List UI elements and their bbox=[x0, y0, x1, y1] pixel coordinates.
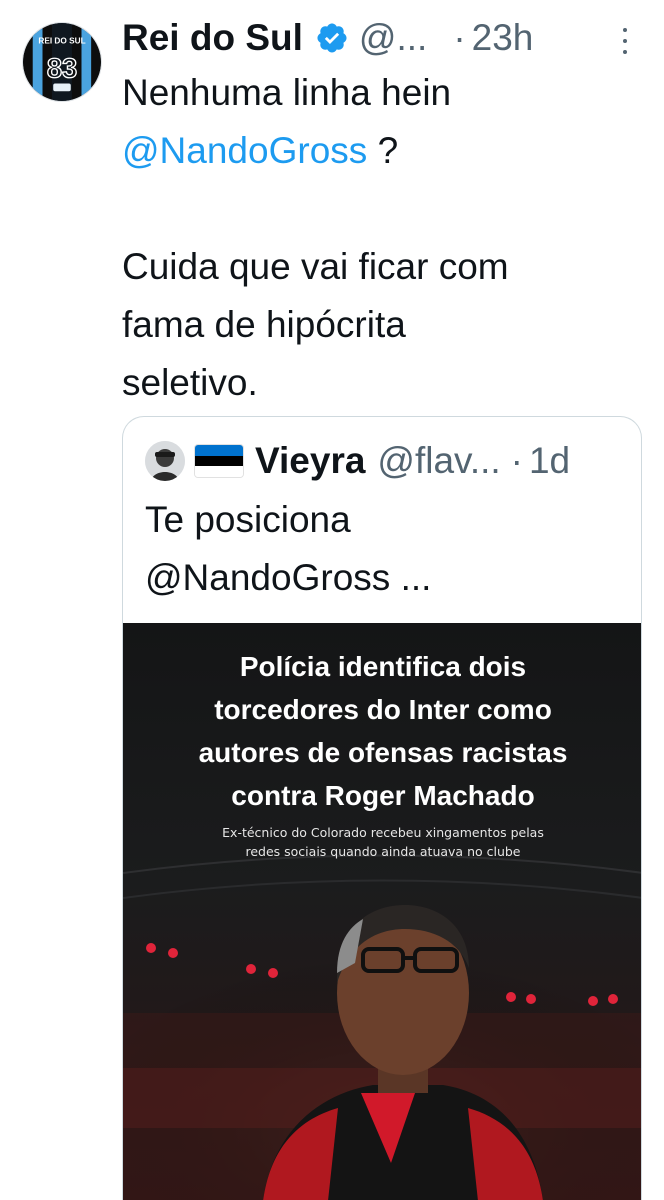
media-headline: Polícia identifica dois torcedores do In… bbox=[198, 651, 568, 811]
estonia-flag-icon bbox=[195, 445, 243, 477]
flag-stripe-white bbox=[195, 466, 243, 477]
more-options-icon[interactable] bbox=[618, 28, 632, 54]
quoted-mention-text: @NandoGross bbox=[145, 557, 391, 598]
quoted-author-handle[interactable]: @flav... bbox=[377, 440, 500, 482]
avatar-image: REI DO SUL 83 bbox=[23, 23, 101, 101]
quoted-tweet-timestamp[interactable]: 1d bbox=[529, 440, 570, 482]
author-avatar[interactable]: REI DO SUL 83 bbox=[22, 22, 102, 102]
tweet-line: Nenhuma linha hein bbox=[122, 72, 452, 113]
quoted-tweet-line: @NandoGross ... bbox=[145, 549, 625, 607]
header-separator: · bbox=[453, 17, 466, 58]
quoted-author-name[interactable]: Vieyra bbox=[255, 440, 365, 482]
tweet-line-suffix: ? bbox=[377, 130, 399, 171]
quoted-tweet-text: Te posiciona @NandoGross ... bbox=[145, 491, 625, 607]
media-subheadline: Ex-técnico do Colorado recebeu xingament… bbox=[222, 825, 544, 859]
quoted-tweet-line: Te posiciona bbox=[145, 499, 351, 540]
tweet-line: @NandoGross ? bbox=[122, 122, 642, 180]
avatar-number: 83 bbox=[47, 53, 77, 84]
quoted-avatar-image bbox=[145, 441, 185, 481]
tweet-line: Cuida que vai ficar com bbox=[122, 246, 509, 287]
quoted-text-suffix: ... bbox=[400, 557, 432, 598]
quoted-author-avatar[interactable] bbox=[145, 441, 185, 481]
quoted-tweet-header: Vieyra @flav... · 1d bbox=[145, 437, 621, 485]
avatar-text: REI DO SUL bbox=[38, 36, 85, 45]
quoted-header-separator: · bbox=[510, 440, 523, 481]
quoted-tweet-media[interactable]: Polícia identifica dois torcedores do In… bbox=[123, 623, 641, 1200]
author-handle[interactable]: @... bbox=[359, 10, 427, 66]
flag-stripe-black bbox=[195, 455, 243, 467]
flag-stripe-blue bbox=[195, 445, 243, 456]
author-name[interactable]: Rei do Sul bbox=[122, 10, 303, 66]
tweet-line: fama de hipócrita bbox=[122, 304, 406, 345]
tweet-line: seletivo. bbox=[122, 362, 258, 403]
tweet-timestamp[interactable]: 23h bbox=[472, 10, 534, 66]
mention-link[interactable]: @NandoGross bbox=[122, 130, 367, 171]
tweet-header: Rei do Sul @... · 23h bbox=[122, 10, 642, 66]
quoted-tweet-card[interactable]: Vieyra @flav... · 1d Te posiciona @Nando… bbox=[122, 416, 642, 1200]
tweet-text: Nenhuma linha hein @NandoGross ? Cuida q… bbox=[122, 64, 642, 412]
verified-badge-icon bbox=[317, 23, 347, 53]
